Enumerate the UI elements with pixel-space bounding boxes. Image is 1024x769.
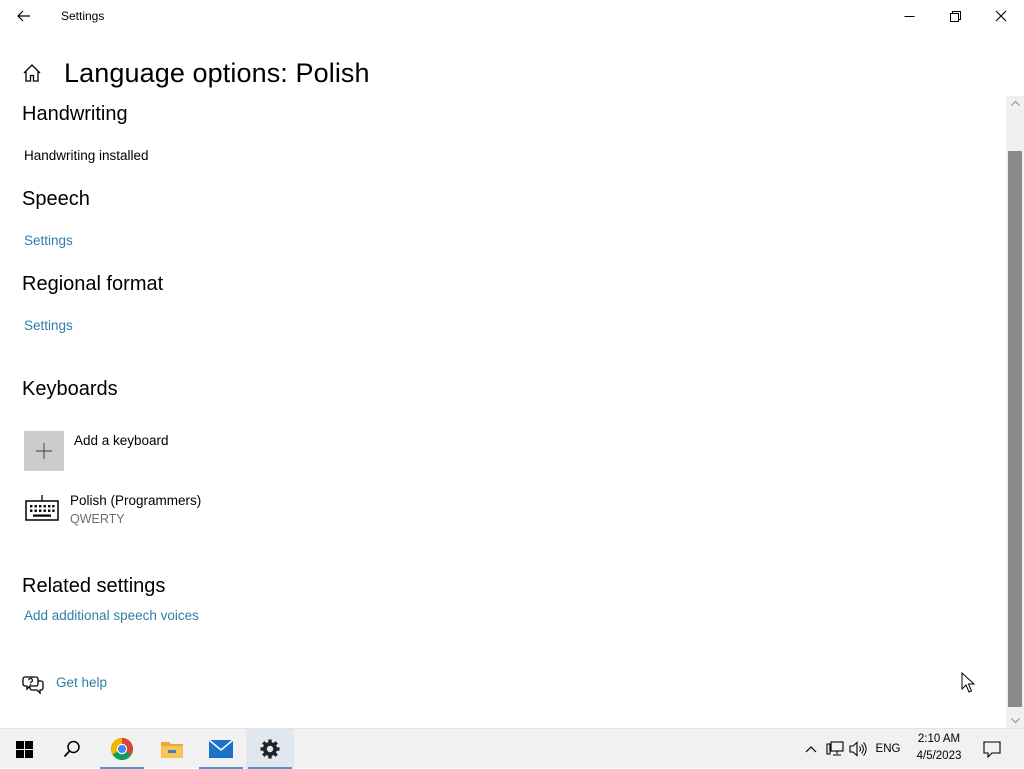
chevron-up-icon [1010,100,1020,106]
get-help-icon [22,676,44,695]
speech-settings-link[interactable]: Settings [24,233,73,248]
keyboards-heading: Keyboards [22,378,118,400]
mouse-cursor-icon [961,672,975,693]
search-icon [63,740,80,758]
taskbar: ENG 2:10 AM 4/5/2023 [0,728,1024,769]
clock-date: 4/5/2023 [916,750,962,762]
scrollbar-thumb[interactable] [1008,151,1022,707]
input-language-indicator[interactable]: ENG [872,729,904,769]
speech-heading: Speech [22,188,90,210]
restore-button[interactable] [932,0,978,32]
handwriting-heading: Handwriting [22,103,128,125]
search-button[interactable] [48,729,96,769]
start-button[interactable] [0,729,48,769]
network-button[interactable] [824,729,846,769]
vertical-scrollbar[interactable] [1006,96,1024,728]
keyboard-item-name[interactable]: Polish (Programmers) [70,493,201,508]
back-arrow-icon [17,10,30,22]
show-hidden-icons-button[interactable] [800,729,822,769]
add-speech-voices-link[interactable]: Add additional speech voices [24,608,199,623]
taskbar-settings[interactable] [246,729,294,769]
regional-format-heading: Regional format [22,273,164,295]
plus-icon [36,443,52,459]
chevron-up-icon [805,746,817,753]
action-center-button[interactable] [978,729,1006,769]
chevron-down-icon [1010,718,1020,724]
title-bar: Settings [0,0,1024,32]
file-explorer-icon [161,742,183,758]
page-header: Language options: Polish [22,52,370,94]
back-button[interactable] [8,2,40,30]
keyboard-icon [25,495,59,521]
close-icon [995,10,1007,22]
settings-content: Handwriting Handwriting installed Speech… [0,96,1004,728]
system-clock[interactable]: 2:10 AM 4/5/2023 [908,731,970,765]
minimize-icon [904,15,914,17]
get-help-link[interactable]: Get help [56,675,107,690]
close-button[interactable] [978,0,1024,32]
add-keyboard-button[interactable] [24,431,64,471]
related-settings-heading: Related settings [22,575,166,597]
scroll-down-button[interactable] [1006,714,1024,728]
regional-format-settings-link[interactable]: Settings [24,318,73,333]
taskbar-file-explorer[interactable] [148,729,196,769]
mail-icon [208,739,234,758]
chrome-icon [111,738,133,760]
start-icon [15,740,33,758]
minimize-button[interactable] [886,0,932,32]
window-title: Settings [61,9,105,23]
volume-icon [849,741,867,757]
taskbar-chrome[interactable] [98,729,146,769]
settings-icon [260,739,280,759]
handwriting-status: Handwriting installed [24,148,149,163]
volume-button[interactable] [847,729,869,769]
restore-icon [949,10,961,22]
keyboard-item-layout: QWERTY [70,512,125,526]
notifications-icon [983,740,1001,758]
home-button[interactable] [22,62,44,84]
home-icon [23,64,41,82]
page-title: Language options: Polish [64,57,370,88]
network-icon [826,741,844,756]
add-keyboard-label[interactable]: Add a keyboard [74,433,169,448]
scroll-up-button[interactable] [1006,96,1024,110]
clock-time: 2:10 AM [917,733,961,745]
taskbar-mail[interactable] [197,729,245,769]
